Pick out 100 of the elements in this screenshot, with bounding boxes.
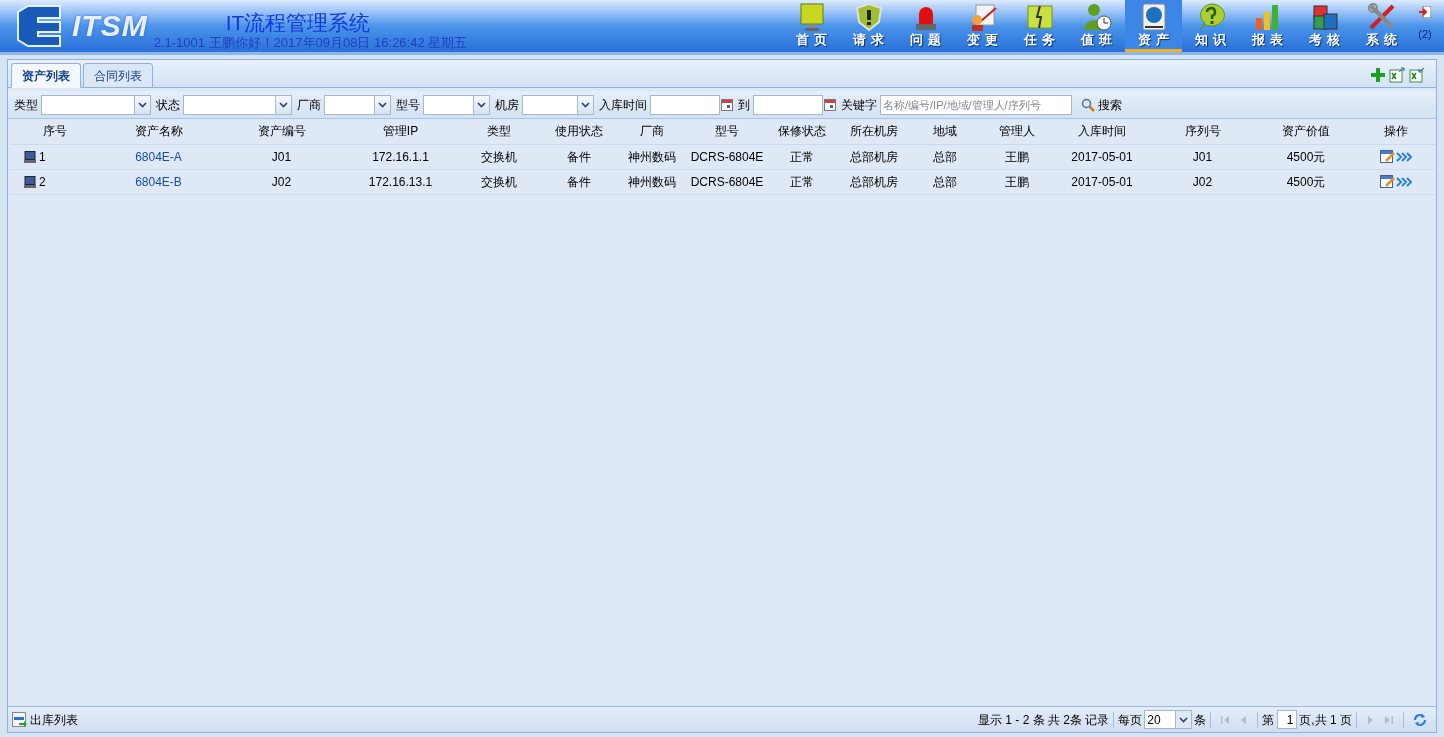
- nav-item[interactable]: 值班: [1068, 0, 1125, 52]
- page-size-label: 每页: [1118, 711, 1143, 729]
- calendar-icon[interactable]: [824, 98, 836, 111]
- chevron-down-icon: [134, 95, 150, 114]
- table-cell: 4500元: [1255, 169, 1357, 194]
- column-header: 管理IP: [346, 119, 455, 144]
- tools-icon: [1366, 2, 1397, 32]
- edit-icon[interactable]: [1380, 174, 1396, 189]
- last-page-icon[interactable]: [1384, 714, 1394, 725]
- tab[interactable]: 合同列表: [83, 63, 153, 88]
- column-header: 地域: [910, 119, 980, 144]
- nav-item[interactable]: 请求: [840, 0, 897, 52]
- dropdown[interactable]: [522, 94, 594, 115]
- table-cell: 正常: [765, 144, 838, 169]
- next-page-icon[interactable]: [1366, 714, 1374, 725]
- table-cell: 172.16.13.1: [346, 169, 455, 194]
- computer-icon: [24, 175, 36, 188]
- table-cell: 神州数码: [615, 144, 689, 169]
- table-cell: 王鹏: [980, 169, 1054, 194]
- nav-item[interactable]: 知识: [1182, 0, 1239, 52]
- table-cell: DCRS-6804E: [689, 169, 765, 194]
- table-cell: 172.16.1.1: [346, 144, 455, 169]
- page-size-unit: 条: [1194, 711, 1207, 729]
- column-header: 型号: [689, 119, 765, 144]
- nav-item[interactable]: 考核: [1296, 0, 1353, 52]
- double-chevron-icon[interactable]: [1396, 151, 1412, 162]
- chevron-down-icon: [1175, 711, 1192, 728]
- first-page-icon[interactable]: [1220, 714, 1231, 725]
- table-cell: 2017-05-01: [1054, 169, 1150, 194]
- table-cell: J02: [217, 169, 346, 194]
- filter-label: 类型: [14, 96, 38, 114]
- spreadsheet-export-icon[interactable]: [1409, 67, 1425, 83]
- table-cell: 总部机房: [838, 144, 910, 169]
- table-cell: J02: [1150, 169, 1255, 194]
- table-cell: 总部机房: [838, 169, 910, 194]
- welcome-text: 2.1-1001 王鹏你好！2017年09月08日 16:26:42 星期五: [153, 35, 468, 50]
- dropdown[interactable]: [324, 94, 391, 115]
- page-total: 页,共 1 页: [1299, 711, 1352, 729]
- table-cell: 交换机: [455, 144, 543, 169]
- row-number: 2: [39, 173, 46, 191]
- nav-item[interactable]: 系统: [1353, 0, 1410, 52]
- refresh-icon[interactable]: [1413, 712, 1427, 727]
- nav-item[interactable]: 报表: [1239, 0, 1296, 52]
- spreadsheet-import-icon[interactable]: [1389, 67, 1405, 83]
- shield-icon: [853, 2, 884, 32]
- nav-item[interactable]: 任务: [1011, 0, 1068, 52]
- column-header: 资产价值: [1255, 119, 1357, 144]
- outbound-list-link[interactable]: 出库列表: [12, 710, 78, 729]
- tab[interactable]: 资产列表: [11, 63, 81, 88]
- search-button[interactable]: 搜索: [1081, 95, 1122, 114]
- logo-text: ITSM: [72, 11, 148, 41]
- dropdown[interactable]: [41, 94, 151, 115]
- dropdown[interactable]: [423, 94, 490, 115]
- column-header: 类型: [455, 119, 543, 144]
- table-cell: 神州数码: [615, 169, 689, 194]
- table-cell: J01: [217, 144, 346, 169]
- nav-item[interactable]: 变更: [954, 0, 1011, 52]
- column-header: 序列号: [1150, 119, 1255, 144]
- person-clock-icon: [1081, 2, 1112, 32]
- logo-icon: [14, 4, 64, 48]
- table-cell: 备件: [543, 144, 615, 169]
- column-header: 序号: [10, 119, 100, 144]
- table-cell: 2017-05-01: [1054, 144, 1150, 169]
- message-count[interactable]: (2): [1418, 26, 1432, 43]
- nav-item[interactable]: 问题: [897, 0, 954, 52]
- column-header: 入库时间: [1054, 119, 1150, 144]
- calendar-icon[interactable]: [721, 98, 733, 111]
- asset-name-link[interactable]: 6804E-B: [135, 174, 182, 189]
- table-cell: 正常: [765, 169, 838, 194]
- app-title: IT流程管理系统: [225, 10, 372, 36]
- chevron-down-icon: [275, 95, 291, 114]
- chevron-down-icon: [374, 95, 390, 114]
- page-prefix: 第: [1262, 711, 1275, 729]
- previous-page-icon[interactable]: [1240, 714, 1249, 725]
- date-field[interactable]: [650, 94, 720, 115]
- dropdown[interactable]: [183, 94, 292, 115]
- list-export-icon: [12, 711, 28, 728]
- page-size-dropdown[interactable]: 20: [1144, 710, 1193, 729]
- edit-icon[interactable]: [1380, 149, 1396, 164]
- filter-label: 型号: [396, 96, 420, 114]
- filter-label: 到: [738, 96, 750, 114]
- column-header: 资产名称: [100, 119, 217, 144]
- exit-icon[interactable]: [1419, 6, 1431, 18]
- table-cell: DCRS-6804E: [689, 144, 765, 169]
- column-header: 保修状态: [765, 119, 838, 144]
- filter-label: 机房: [495, 96, 519, 114]
- nav-item[interactable]: 首页: [783, 0, 840, 52]
- page-number-field[interactable]: 1: [1277, 710, 1298, 729]
- asset-name-link[interactable]: 6804E-A: [135, 149, 182, 164]
- column-header: 操作: [1357, 119, 1435, 144]
- double-chevron-icon[interactable]: [1396, 176, 1412, 187]
- filter-label: 状态: [156, 96, 180, 114]
- filter-label: 入库时间: [599, 96, 647, 114]
- column-header: 厂商: [615, 119, 689, 144]
- add-icon[interactable]: [1371, 68, 1385, 82]
- table-cell: 王鹏: [980, 144, 1054, 169]
- date-field[interactable]: [753, 94, 823, 115]
- nav-item[interactable]: 资产: [1125, 0, 1182, 52]
- keyword-field[interactable]: 名称/编号/IP/地域/管理人/序列号: [880, 94, 1072, 115]
- table-cell: 备件: [543, 169, 615, 194]
